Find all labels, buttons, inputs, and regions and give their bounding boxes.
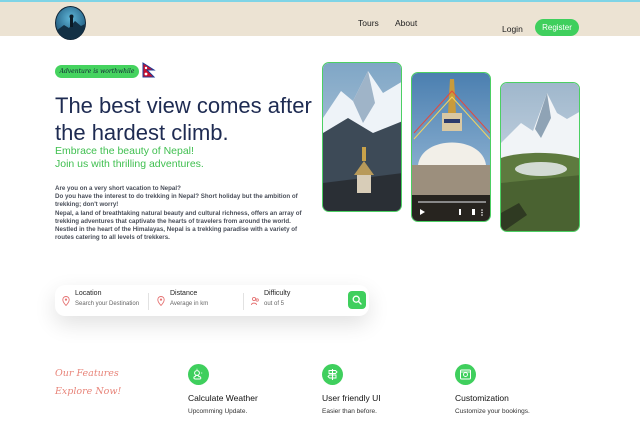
- register-button[interactable]: Register: [535, 19, 579, 36]
- feature-title: Calculate Weather: [188, 393, 258, 403]
- nepal-flag-icon: [142, 62, 156, 78]
- hero-subtitle-line: Embrace the beauty of Nepal!: [55, 145, 194, 157]
- feature-title: Customization: [455, 393, 509, 403]
- feature-description: Customize your bookings.: [455, 408, 530, 415]
- mountain-stupa-image: [323, 63, 401, 211]
- trek-search-bar: Location Search your Destination Distanc…: [55, 285, 369, 316]
- difficulty-icon: [251, 296, 259, 306]
- tagline-badge: Adventure is worthwhile: [55, 65, 139, 78]
- hero-title: The best view comes after the hardest cl…: [55, 92, 325, 146]
- location-pin-icon: [62, 296, 70, 306]
- distance-input[interactable]: Average in km: [170, 301, 208, 307]
- settings-icon: [455, 364, 476, 385]
- boudhanath-stupa-image: [412, 73, 490, 221]
- field-divider: [243, 293, 244, 310]
- stupa-video-card[interactable]: [411, 72, 491, 222]
- hero-subtitle-line: Join us with thrilling adventures.: [55, 157, 204, 170]
- intro-paragraph: Are you on a very short vacation to Nepa…: [55, 185, 325, 242]
- hero-title-line: the hardest climb.: [55, 120, 229, 145]
- location-field[interactable]: Location Search your Destination: [62, 290, 147, 312]
- site-logo[interactable]: [55, 6, 86, 40]
- intro-question: Are you on a very short vacation to Nepa…: [55, 185, 181, 192]
- intro-line: Nepal, a land of breathtaking natural be…: [55, 209, 302, 217]
- nav-tours-link[interactable]: Tours: [358, 18, 379, 28]
- difficulty-field[interactable]: Difficulty out of 5: [251, 290, 331, 312]
- intro-line: Do you have the interest to do trekking …: [55, 193, 298, 201]
- field-divider: [148, 293, 149, 310]
- feature-description: Easier than before.: [322, 408, 377, 415]
- hero-title-line: The best view comes after: [55, 93, 312, 118]
- nav-about-link[interactable]: About: [395, 18, 417, 28]
- intro-line: trekking; don't worry!: [55, 201, 119, 209]
- features-script-heading: Our Features: [55, 368, 119, 379]
- mountain-valley-image: [501, 83, 579, 231]
- amadablam-photo-card[interactable]: [500, 82, 580, 232]
- explore-script-link[interactable]: Explore Now!: [55, 386, 121, 397]
- login-link[interactable]: Login: [502, 24, 523, 34]
- difficulty-input[interactable]: out of 5: [264, 301, 284, 307]
- distance-label: Distance: [170, 290, 198, 297]
- search-button[interactable]: [348, 291, 366, 309]
- feature-description: Upcomming Update.: [188, 408, 248, 415]
- distance-pin-icon: [157, 296, 165, 306]
- search-icon: [352, 295, 362, 305]
- hero-subtitle: Embrace the beauty of Nepal! Join us wit…: [55, 145, 295, 170]
- distance-field[interactable]: Distance Average in km: [157, 290, 237, 312]
- feature-title: User friendly UI: [322, 393, 381, 403]
- location-label: Location: [75, 290, 102, 297]
- difficulty-label: Difficulty: [264, 290, 291, 297]
- intro-line: Nestled in the heart of the Himalayas, N…: [55, 226, 298, 234]
- signpost-icon: [322, 364, 343, 385]
- everest-photo-card[interactable]: [322, 62, 402, 212]
- intro-line: routes catering to all levels of trekker…: [55, 234, 170, 242]
- weather-icon: [188, 364, 209, 385]
- location-input[interactable]: Search your Destination: [75, 301, 139, 307]
- intro-line: trekking adventures that captivate the h…: [55, 217, 291, 225]
